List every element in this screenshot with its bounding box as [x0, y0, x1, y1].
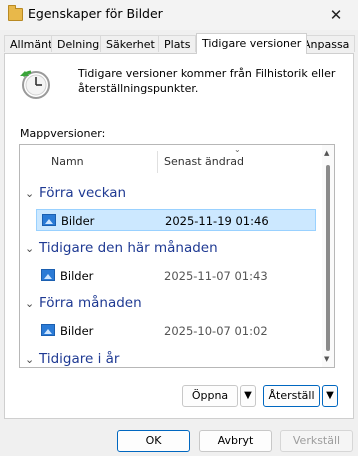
list-item[interactable]: Bilder 2025-11-19 01:46: [36, 209, 316, 231]
chevron-down-icon: ⌄: [25, 242, 35, 255]
close-button[interactable]: ✕: [314, 0, 358, 30]
restore-dropdown-button[interactable]: ▼: [322, 385, 338, 407]
chevron-down-icon: ▼: [244, 390, 252, 401]
tab-sharing[interactable]: Delning: [51, 35, 106, 52]
tab-location[interactable]: Plats: [158, 35, 197, 52]
tab-bar: Allmänt Delning Säkerhet Plats Tidigare …: [4, 33, 358, 54]
sort-chevron-icon: ⌄: [234, 145, 241, 154]
item-name: Bilder: [60, 324, 94, 338]
vertical-scrollbar[interactable]: ▲ ▼: [322, 145, 334, 367]
group-earlier-this-month[interactable]: ⌄ Tidigare den här månaden: [25, 240, 218, 256]
chevron-down-icon: ▼: [326, 390, 334, 401]
scroll-down-icon[interactable]: ▼: [324, 355, 329, 363]
tab-previous-versions[interactable]: Tidigare versioner: [196, 33, 308, 54]
list-item[interactable]: Bilder 2025-10-07 01:02: [36, 320, 316, 342]
title-bar: Egenskaper för Bilder ✕: [0, 0, 358, 30]
apply-button[interactable]: Verkställ: [280, 430, 353, 452]
folder-versions-list[interactable]: Namn ⌄ Senast ändrad ⌄ Förra veckan Bilde…: [19, 144, 335, 368]
restore-button[interactable]: Återställ: [263, 385, 320, 407]
list-column-header: Namn ⌄ Senast ändrad: [20, 145, 324, 175]
pictures-folder-icon: [41, 269, 55, 281]
info-description: Tidigare versioner kommer från Filhistor…: [78, 67, 336, 95]
group-earlier-this-year[interactable]: ⌄ Tidigare i år: [25, 351, 119, 367]
group-last-week[interactable]: ⌄ Förra veckan: [25, 185, 126, 201]
folder-versions-label: Mappversioner:: [20, 127, 106, 140]
item-name: Bilder: [60, 269, 94, 283]
pictures-folder-icon: [42, 214, 56, 226]
window-title: Egenskaper för Bilder: [28, 6, 163, 21]
pictures-folder-icon: [41, 324, 55, 336]
chevron-down-icon: ⌄: [25, 187, 35, 200]
group-last-month[interactable]: ⌄ Förra månaden: [25, 295, 142, 311]
item-date: 2025-11-07 01:43: [164, 269, 268, 283]
clock-restore-icon: [20, 70, 50, 99]
folder-icon: [8, 5, 23, 21]
column-name[interactable]: Namn: [51, 155, 84, 168]
scroll-up-icon[interactable]: ▲: [324, 149, 329, 157]
column-divider[interactable]: [157, 151, 158, 173]
chevron-down-icon: ⌄: [25, 297, 35, 310]
column-modified[interactable]: Senast ändrad: [164, 155, 244, 168]
open-dropdown-button[interactable]: ▼: [240, 385, 256, 407]
item-date: 2025-11-19 01:46: [165, 214, 269, 228]
list-item[interactable]: Bilder 2025-11-07 01:43: [36, 265, 316, 287]
scrollbar-thumb[interactable]: [326, 165, 330, 351]
cancel-button[interactable]: Avbryt: [199, 430, 272, 452]
item-name: Bilder: [61, 214, 95, 228]
tab-security[interactable]: Säkerhet: [100, 35, 161, 52]
chevron-down-icon: ⌄: [25, 353, 35, 366]
open-button[interactable]: Öppna: [182, 385, 238, 407]
ok-button[interactable]: OK: [117, 430, 190, 452]
item-date: 2025-10-07 01:02: [164, 324, 268, 338]
